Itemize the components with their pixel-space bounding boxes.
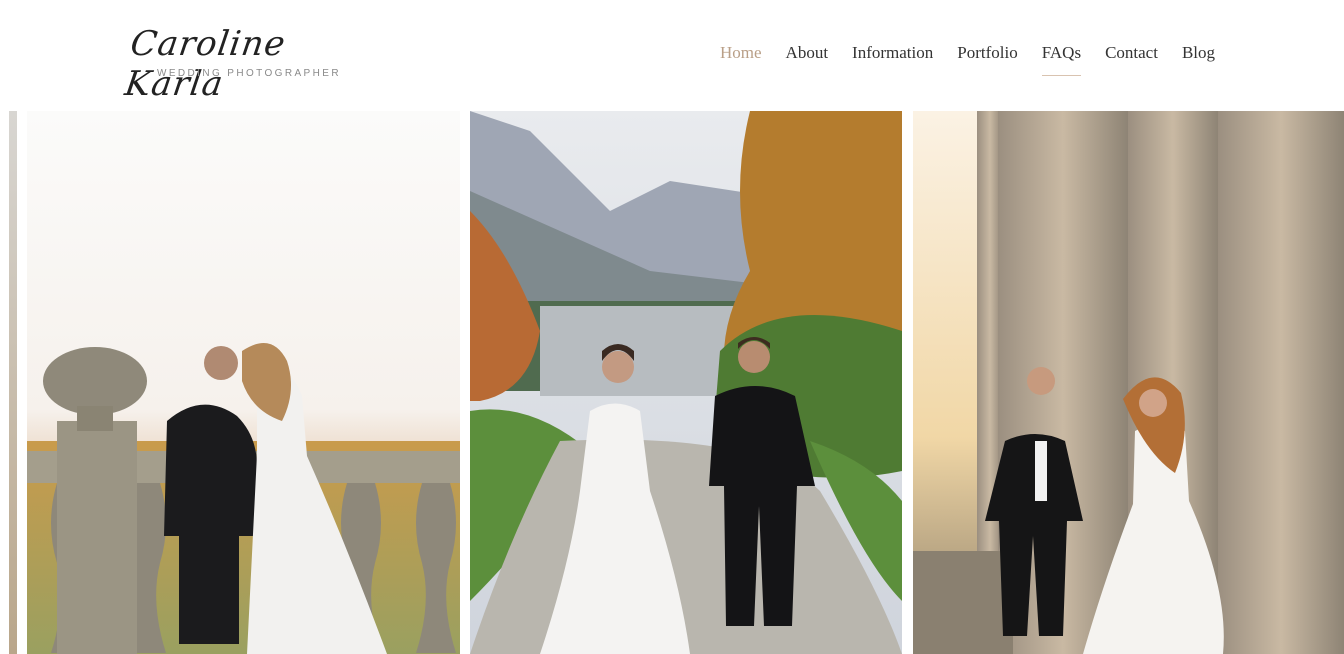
nav-item-contact[interactable]: Contact [1105, 42, 1158, 64]
nav-item-portfolio[interactable]: Portfolio [957, 42, 1017, 64]
site-header: Caroline Karla WEDDING PHOTOGRAPHER Home… [0, 0, 1344, 110]
site-logo[interactable]: Caroline Karla WEDDING PHOTOGRAPHER [122, 24, 358, 104]
gallery-photo-partial[interactable] [9, 111, 17, 654]
nav-item-home[interactable]: Home [720, 42, 762, 64]
logo-tagline: WEDDING PHOTOGRAPHER [157, 68, 341, 79]
nav-item-about[interactable]: About [786, 42, 829, 64]
gallery-photo-columns[interactable] [913, 111, 1344, 654]
photo-gallery [0, 111, 1344, 654]
lake-path-photo-image [470, 111, 902, 654]
columns-photo-image [913, 111, 1344, 654]
main-nav: Home About Information Portfolio FAQs Co… [720, 42, 1239, 76]
balustrade-photo-image [27, 111, 460, 654]
nav-item-information[interactable]: Information [852, 42, 933, 64]
gallery-photo-balustrade[interactable] [27, 111, 460, 654]
gallery-photo-lake-path[interactable] [470, 111, 902, 654]
nav-item-faqs[interactable]: FAQs [1041, 42, 1082, 76]
nav-item-blog[interactable]: Blog [1182, 42, 1215, 64]
logo-name: Caroline Karla [122, 24, 289, 104]
